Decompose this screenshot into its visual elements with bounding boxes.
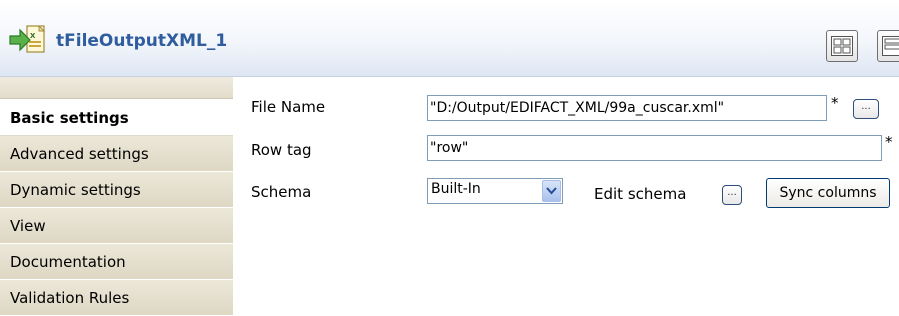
edit-schema-button[interactable]: ... [722,185,742,205]
file-name-required-marker: * [831,94,839,112]
schema-selected-value: Built-In [431,181,481,197]
basic-settings-panel: File Name "D:/Output/EDIFACT_XML/99a_cus… [233,77,899,313]
sidebar-spacer [0,77,233,99]
row-tag-required-marker: * [885,133,893,151]
file-name-browse-button[interactable]: ... [853,99,879,119]
sync-columns-button[interactable]: Sync columns [766,178,890,208]
schema-label: Schema [251,183,311,201]
layout-grid-icon[interactable] [826,30,858,62]
tab-advanced-settings[interactable]: Advanced settings [0,136,233,172]
svg-text:X: X [30,32,36,40]
chevron-down-icon[interactable] [542,180,561,202]
settings-sidebar: Basic settings Advanced settings Dynamic… [0,77,233,316]
schema-select[interactable]: Built-In [427,178,563,204]
component-header: X tFileOutputXML_1 [0,0,899,77]
tab-validation-rules[interactable]: Validation Rules [0,280,233,316]
tab-dynamic-settings[interactable]: Dynamic settings [0,172,233,208]
file-name-input[interactable]: "D:/Output/EDIFACT_XML/99a_cuscar.xml" [427,95,827,121]
edit-schema-label: Edit schema [594,185,686,203]
layout-list-icon[interactable] [877,30,899,62]
file-name-label: File Name [251,98,325,116]
tab-view[interactable]: View [0,208,233,244]
component-title: tFileOutputXML_1 [56,31,227,51]
row-tag-input[interactable]: "row" [427,135,882,161]
row-tag-label: Row tag [251,141,312,159]
file-output-xml-icon: X [8,24,48,56]
tab-basic-settings[interactable]: Basic settings [0,99,233,136]
tab-documentation[interactable]: Documentation [0,244,233,280]
